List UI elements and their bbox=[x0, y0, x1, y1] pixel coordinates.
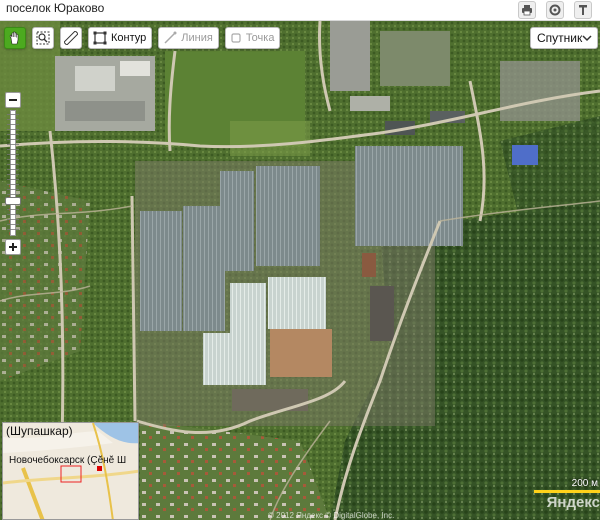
scale-label: 200 м bbox=[571, 478, 598, 489]
scale-bar: 200 м bbox=[534, 478, 600, 494]
header-icons bbox=[518, 1, 592, 19]
chevron-down-icon bbox=[582, 35, 592, 42]
zoom-slider-ticks bbox=[7, 114, 19, 232]
zoom-slider-thumb[interactable] bbox=[5, 196, 21, 205]
print-icon[interactable] bbox=[518, 1, 536, 19]
zoom-control bbox=[5, 92, 21, 255]
copyright-text: © 2012 Яндекс © DigitalGlobe, Inc. bbox=[268, 511, 395, 520]
map-toolbar: Контур Линия Точка bbox=[4, 27, 281, 49]
hand-tool[interactable] bbox=[4, 27, 26, 49]
overview-map[interactable]: (Шупашкар) Новочебоксарск (Çĕнĕ Ш bbox=[2, 422, 139, 520]
plus-icon bbox=[9, 243, 17, 251]
overview-label-city: Новочебоксарск (Çĕнĕ Ш bbox=[9, 455, 127, 466]
line-tool[interactable]: Линия bbox=[158, 27, 219, 49]
settings-icon[interactable] bbox=[546, 1, 564, 19]
place-title: поселок Юраково bbox=[6, 1, 105, 15]
ruler-icon bbox=[64, 31, 78, 45]
overview-label-top: (Шупашкар) bbox=[6, 424, 73, 438]
hand-icon bbox=[9, 31, 19, 45]
yandex-logo[interactable]: Яндекс bbox=[547, 494, 600, 511]
contour-tool[interactable]: Контур bbox=[88, 27, 153, 49]
point-tool[interactable]: Точка bbox=[224, 27, 281, 49]
contour-label: Контур bbox=[111, 32, 147, 44]
ruler-tool[interactable] bbox=[60, 27, 82, 49]
line-icon bbox=[164, 31, 177, 44]
zoom-area-icon bbox=[36, 31, 50, 45]
zoom-area-tool[interactable] bbox=[32, 27, 54, 49]
contour-icon bbox=[93, 31, 107, 45]
zoom-in-button[interactable] bbox=[5, 239, 21, 255]
zoom-out-button[interactable] bbox=[5, 92, 21, 108]
line-label: Линия bbox=[181, 32, 213, 44]
point-label: Точка bbox=[245, 32, 275, 44]
point-icon bbox=[231, 33, 241, 43]
header-bar: поселок Юраково bbox=[0, 0, 600, 21]
layer-select[interactable]: Спутник bbox=[530, 27, 598, 49]
minus-icon bbox=[9, 99, 17, 101]
scale-line bbox=[534, 490, 600, 493]
pin-icon[interactable] bbox=[574, 1, 592, 19]
layer-select-value: Спутник bbox=[537, 31, 583, 45]
